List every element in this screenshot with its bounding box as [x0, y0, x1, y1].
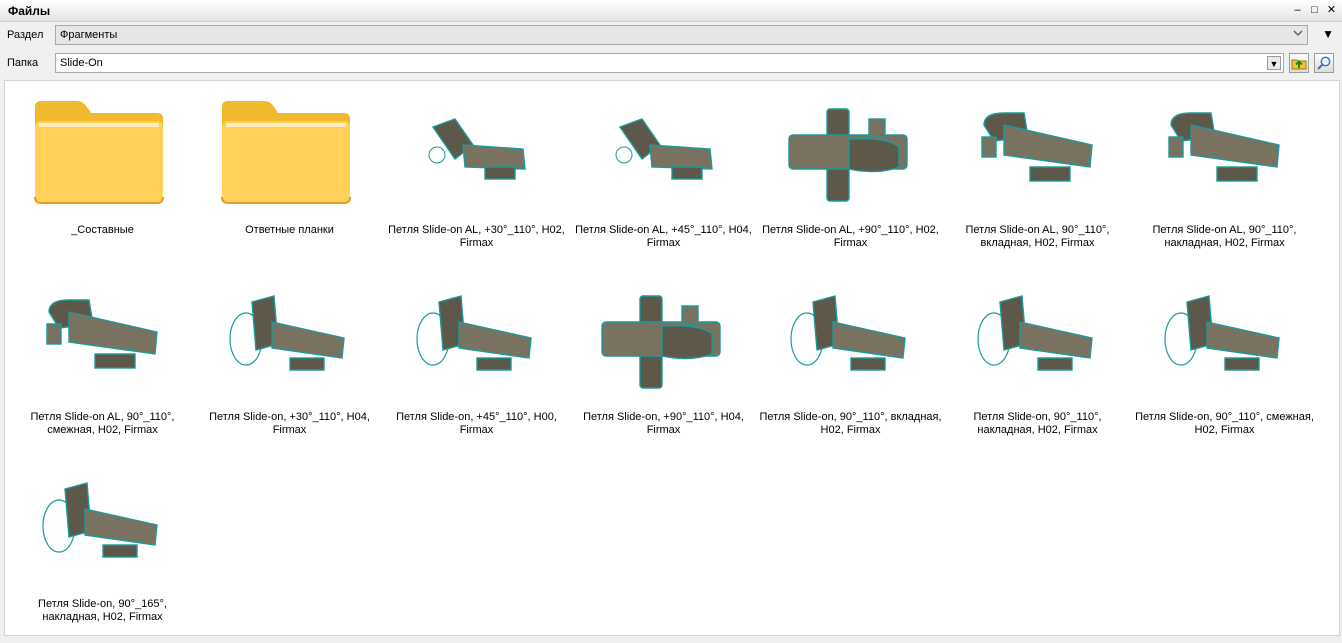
hinge-thumbnail: [944, 276, 1131, 406]
section-label: Раздел: [7, 29, 44, 41]
folder-icon: [34, 101, 164, 204]
file-item[interactable]: Петля Slide-on, 90°_110°, вкладная, H02,…: [757, 276, 944, 456]
folder-thumbnail: [9, 89, 196, 219]
hinge-icon: [46, 299, 158, 369]
search-button[interactable]: [1314, 53, 1334, 73]
folder-up-button[interactable]: [1289, 53, 1309, 73]
file-item[interactable]: Петля Slide-on AL, +90°_110°, H02, Firma…: [757, 89, 944, 269]
panel-title: Файлы: [8, 4, 51, 18]
folder-row: Папка Slide-On ▼: [0, 50, 1342, 76]
file-item[interactable]: Петля Slide-on, 90°_110°, смежная, H02, …: [1131, 276, 1318, 456]
item-caption: Петля Slide-on AL, +30°_110°, H02, Firma…: [388, 224, 565, 249]
item-caption: Петля Slide-on AL, +90°_110°, H02, Firma…: [762, 224, 939, 249]
hinge-thumbnail: [9, 276, 196, 406]
hinge-icon: [416, 295, 532, 371]
title-bar: Файлы – □ ✕: [0, 0, 1342, 22]
hinge-thumbnail: [383, 89, 570, 219]
item-caption: Петля Slide-on AL, +45°_110°, H04, Firma…: [575, 224, 752, 249]
maximize-button[interactable]: □: [1308, 2, 1321, 18]
hinge-icon: [788, 108, 908, 202]
item-caption: Петля Slide-on, +45°_110°, H00, Firmax: [396, 411, 557, 436]
folder-up-icon: [1291, 59, 1307, 70]
window-controls: – □ ✕: [1291, 2, 1338, 18]
hinge-icon: [229, 295, 345, 371]
panel-menu-icon[interactable]: ▼: [1322, 27, 1334, 41]
file-item[interactable]: Петля Slide-on AL, 90°_110°, вкладная, H…: [944, 89, 1131, 269]
file-grid: _Составные Ответные планки Петля Slide-on …: [4, 80, 1340, 636]
hinge-thumbnail: [383, 276, 570, 406]
hinge-icon: [981, 112, 1093, 182]
item-caption: Петля Slide-on AL, 90°_110°, смежная, H0…: [30, 411, 175, 436]
files-panel: Файлы – □ ✕ Раздел Фрагменты ▼ Папка Sli…: [0, 0, 1342, 636]
section-value: Фрагменты: [60, 29, 118, 41]
chevron-down-icon[interactable]: [1291, 28, 1305, 42]
hinge-thumbnail: [757, 89, 944, 219]
hinge-thumbnail: [1131, 276, 1318, 406]
file-item[interactable]: Петля Slide-on, +90°_110°, H04, Firmax: [570, 276, 757, 456]
hinge-thumbnail: [944, 89, 1131, 219]
folder-item[interactable]: Ответные планки: [196, 89, 383, 269]
file-item[interactable]: Петля Slide-on AL, 90°_110°, смежная, H0…: [9, 276, 196, 456]
folder-value: Slide-On: [60, 57, 103, 69]
hinge-icon: [42, 482, 158, 558]
folder-select[interactable]: Slide-On ▼: [55, 53, 1284, 73]
hinge-icon: [790, 295, 906, 371]
item-caption: Петля Slide-on, 90°_110°, смежная, H02, …: [1135, 411, 1314, 436]
item-caption: _Составные: [71, 224, 134, 236]
hinge-thumbnail: [570, 276, 757, 406]
minimize-button[interactable]: –: [1291, 2, 1304, 18]
folder-item[interactable]: _Составные: [9, 89, 196, 269]
file-item[interactable]: Петля Slide-on AL, 90°_110°, накладная, …: [1131, 89, 1318, 269]
section-select[interactable]: Фрагменты: [55, 25, 1308, 45]
item-caption: Петля Slide-on AL, 90°_110°, вкладная, H…: [965, 224, 1110, 249]
item-caption: Петля Slide-on, +30°_110°, H04, Firmax: [209, 411, 370, 436]
item-caption: Петля Slide-on, 90°_165°, накладная, H02…: [38, 598, 167, 623]
hinge-thumbnail: [196, 276, 383, 406]
item-caption: Петля Slide-on AL, 90°_110°, накладная, …: [1152, 224, 1297, 249]
folder-label: Папка: [7, 57, 39, 69]
hinge-icon: [601, 295, 721, 389]
hinge-thumbnail: [757, 276, 944, 406]
hinge-icon: [977, 295, 1093, 371]
file-item[interactable]: Петля Slide-on, 90°_110°, накладная, H02…: [944, 276, 1131, 456]
section-row: Раздел Фрагменты ▼: [0, 22, 1342, 48]
item-caption: Петля Slide-on, 90°_110°, вкладная, H02,…: [759, 411, 942, 436]
file-item[interactable]: Петля Slide-on, 90°_165°, накладная, H02…: [9, 463, 196, 643]
hinge-thumbnail: [1131, 89, 1318, 219]
file-item[interactable]: Петля Slide-on, +45°_110°, H00, Firmax: [383, 276, 570, 456]
file-item[interactable]: Петля Slide-on AL, +45°_110°, H04, Firma…: [570, 89, 757, 269]
hinge-icon: [1164, 295, 1280, 371]
search-icon: [1317, 56, 1331, 70]
file-item[interactable]: Петля Slide-on, +30°_110°, H04, Firmax: [196, 276, 383, 456]
folder-thumbnail: [196, 89, 383, 219]
chevron-down-icon[interactable]: ▼: [1267, 56, 1281, 70]
item-caption: Петля Slide-on, +90°_110°, H04, Firmax: [583, 411, 744, 436]
hinge-icon: [428, 118, 526, 180]
item-caption: Петля Slide-on, 90°_110°, накладная, H02…: [973, 411, 1102, 436]
file-item[interactable]: Петля Slide-on AL, +30°_110°, H02, Firma…: [383, 89, 570, 269]
hinge-thumbnail: [9, 463, 196, 593]
hinge-icon: [615, 118, 713, 180]
close-button[interactable]: ✕: [1325, 2, 1338, 18]
folder-icon: [221, 101, 351, 204]
hinge-thumbnail: [570, 89, 757, 219]
item-caption: Ответные планки: [245, 224, 334, 236]
hinge-icon: [1168, 112, 1280, 182]
